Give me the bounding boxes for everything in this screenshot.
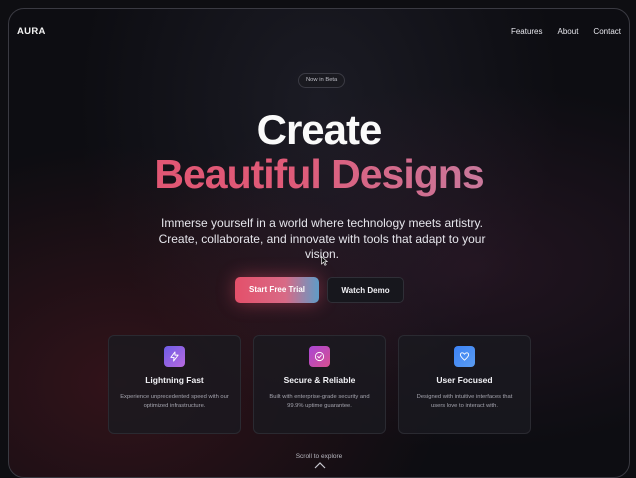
nav-link-features[interactable]: Features (511, 27, 543, 36)
start-free-trial-button[interactable]: Start Free Trial (235, 277, 319, 303)
heart-icon (454, 346, 475, 367)
scroll-hint[interactable]: Scroll to explore (9, 453, 629, 460)
shield-check-icon (309, 346, 330, 367)
feature-description: Built with enterprise-grade security and… (269, 394, 370, 409)
watch-demo-button[interactable]: Watch Demo (327, 277, 404, 303)
page-frame: AURA Features About Contact Now in Beta … (8, 8, 630, 478)
feature-title: User Focused (436, 375, 493, 385)
hero-title-gradient: Beautiful Designs (9, 151, 629, 198)
mouse-cursor-icon (321, 256, 328, 266)
feature-description: Designed with intuitive interfaces that … (416, 394, 513, 409)
nav-link-about[interactable]: About (558, 27, 579, 36)
hero-title: Create (256, 106, 383, 153)
feature-card-security: Secure & Reliable Built with enterprise-… (253, 335, 386, 434)
lightning-icon (164, 346, 185, 367)
top-nav: AURA Features About Contact (17, 21, 621, 41)
nav-link-contact[interactable]: Contact (593, 27, 621, 36)
beta-badge: Now in Beta (298, 73, 346, 88)
feature-description: Experience unprecedented speed with our … (120, 394, 229, 409)
feature-title: Secure & Reliable (283, 375, 356, 385)
nav-menu: Features About Contact (511, 27, 621, 36)
feature-card-lightning: Lightning Fast Experience unprecedented … (108, 335, 241, 434)
brand-logo[interactable]: AURA (17, 26, 46, 37)
feature-card-user: User Focused Designed with intuitive int… (398, 335, 531, 434)
feature-title: Lightning Fast (145, 375, 204, 385)
